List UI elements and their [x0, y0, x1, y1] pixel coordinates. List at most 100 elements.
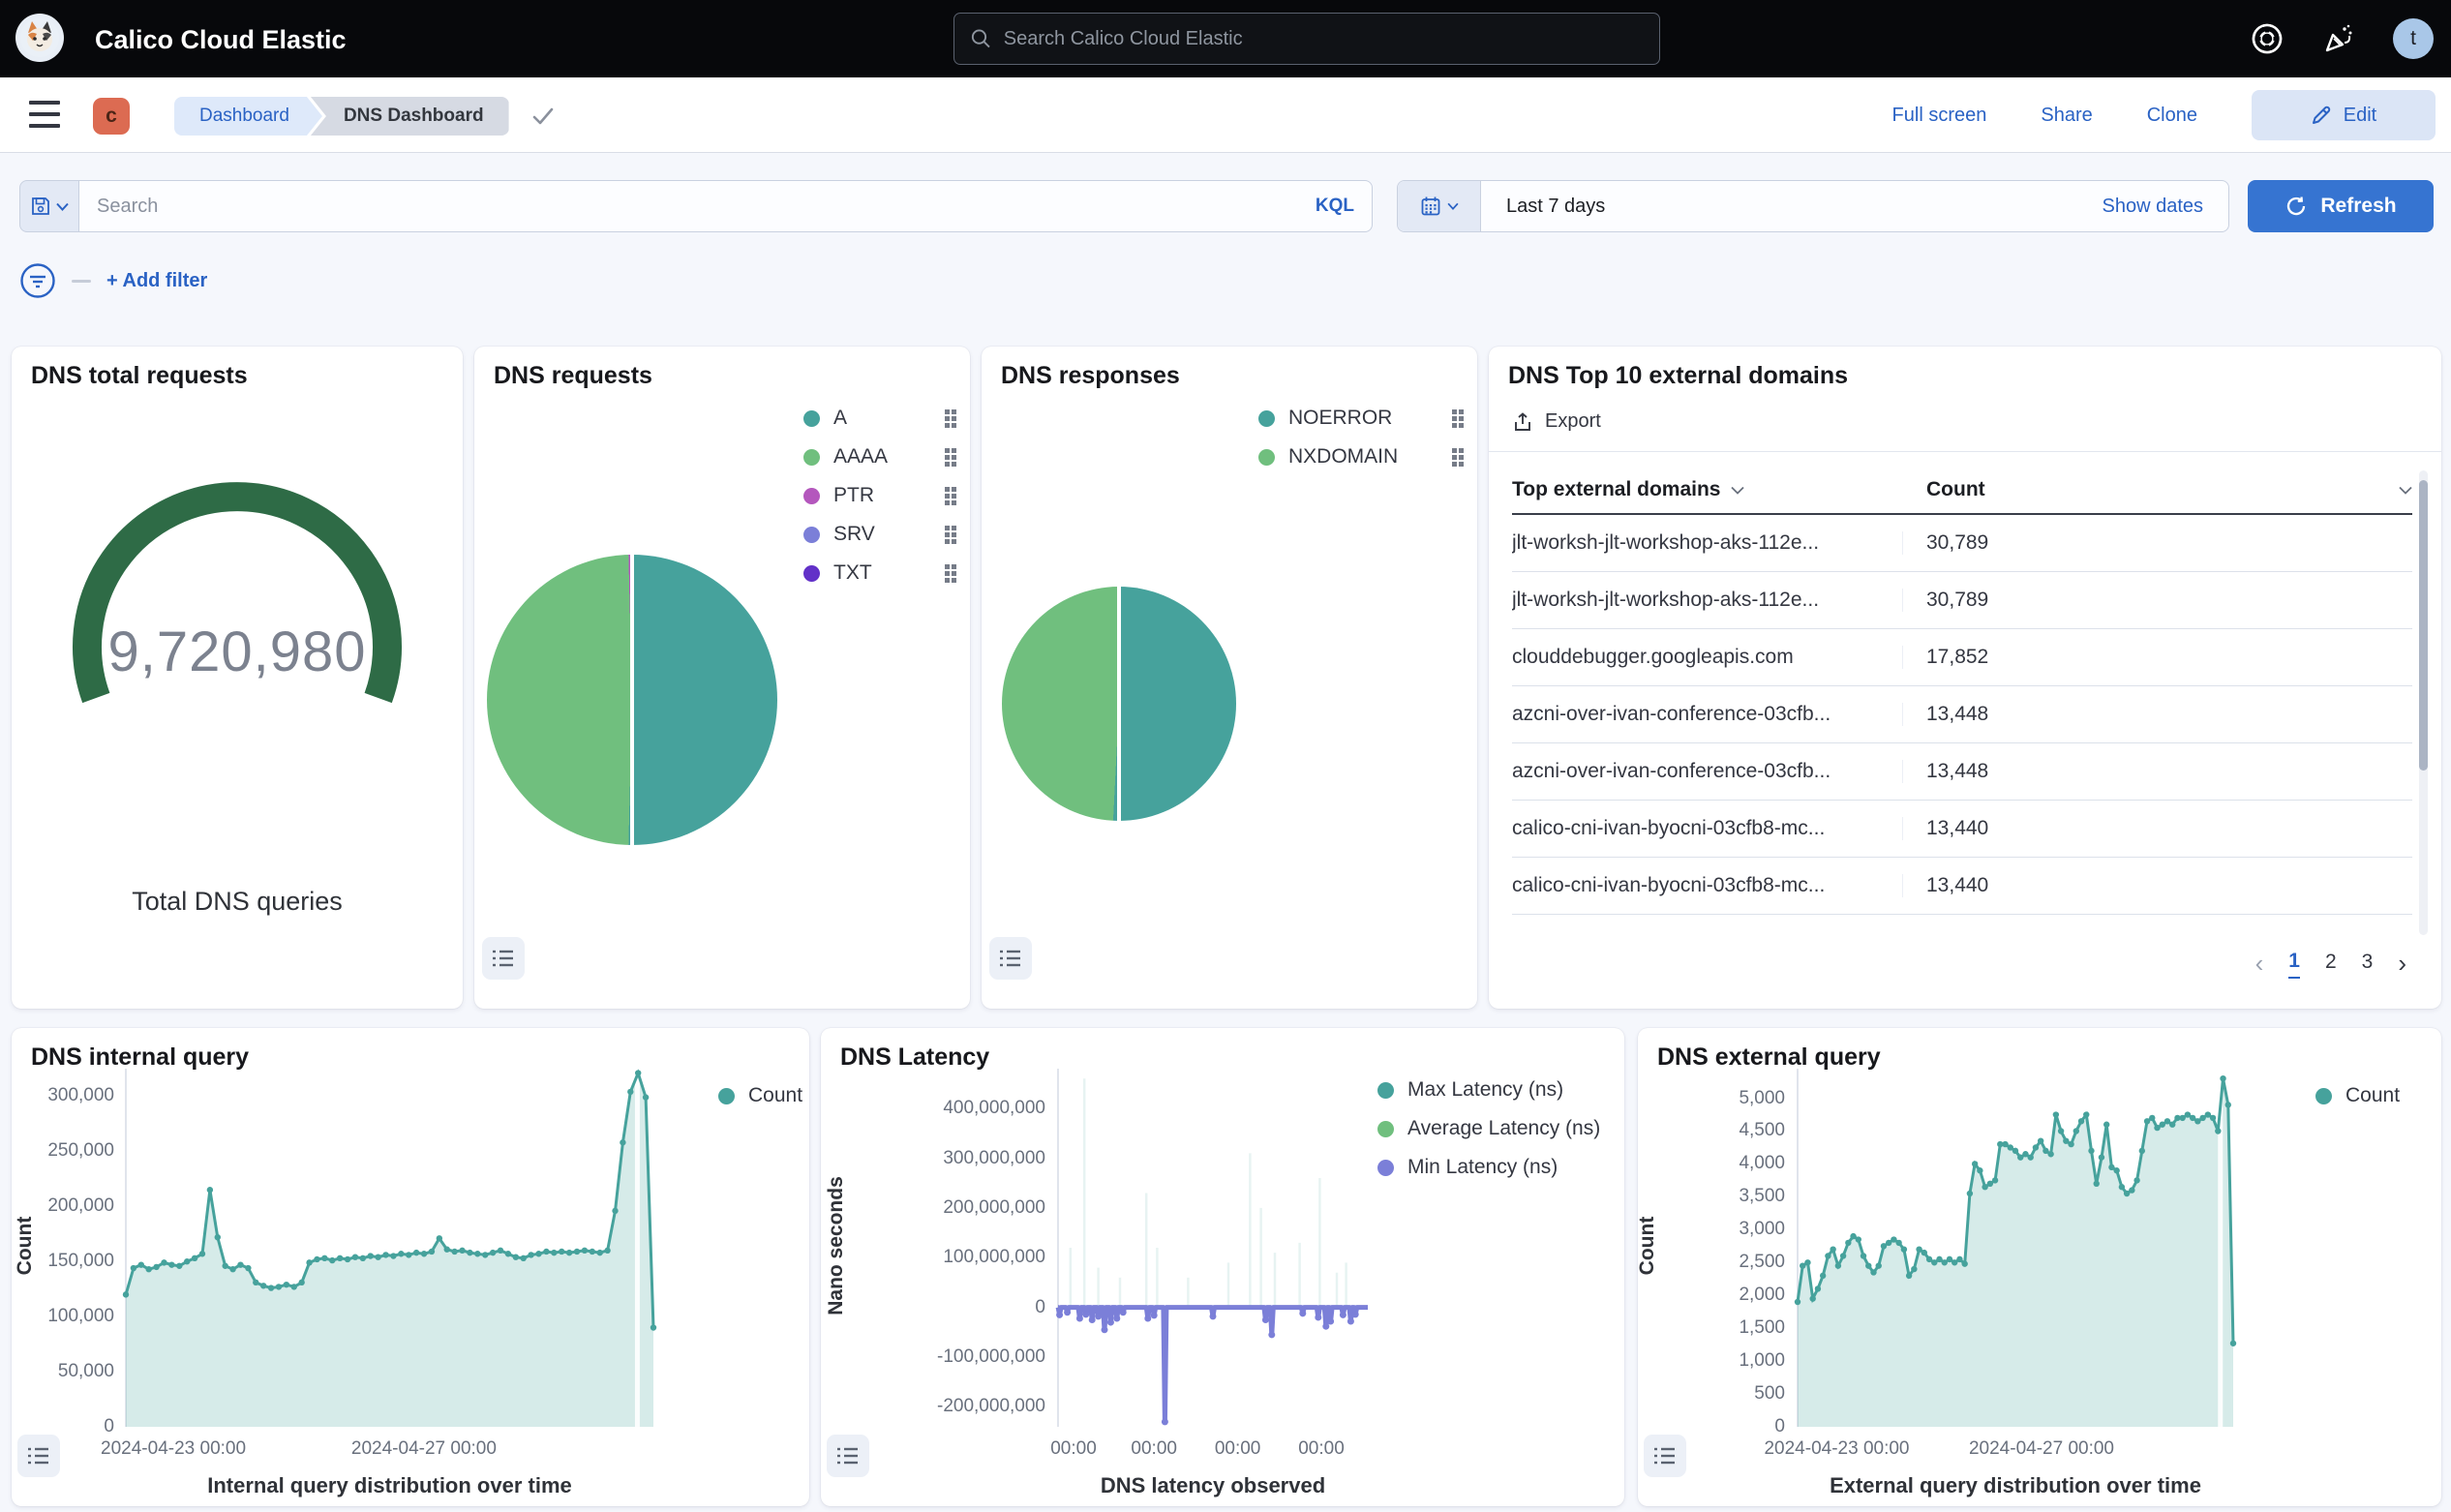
scrollbar-thumb[interactable]	[2419, 480, 2428, 771]
table-row[interactable]: calico-cni-ivan-byocni-03cfb8-mc...13,44…	[1512, 858, 2412, 915]
page-number-button[interactable]: 1	[2288, 950, 2300, 979]
legend-dot-icon	[803, 449, 820, 466]
legend-toggle-button[interactable]	[482, 937, 525, 980]
export-button[interactable]: Export	[1512, 410, 1601, 433]
breadcrumb-dashboard[interactable]: Dashboard	[174, 97, 322, 136]
legend-actions-icon[interactable]	[945, 564, 956, 583]
legend-actions-icon[interactable]	[945, 526, 956, 544]
legend-item[interactable]: AAAA	[803, 445, 956, 469]
legend-toggle-button[interactable]	[17, 1435, 60, 1477]
legend-item[interactable]: Count	[718, 1084, 802, 1107]
domain-cell: azcni-over-ivan-conference-03cfb...	[1512, 703, 1903, 726]
legend-toggle-button[interactable]	[1644, 1435, 1686, 1477]
legend-item[interactable]: TXT	[803, 561, 956, 585]
legend-toggle-button[interactable]	[827, 1435, 869, 1477]
legend-item[interactable]: Max Latency (ns)	[1377, 1078, 1563, 1102]
latency-chart-plot[interactable]	[1058, 1069, 1368, 1427]
y-axis-tick: 500	[1620, 1383, 1785, 1405]
legend-toggle-button[interactable]	[989, 937, 1032, 980]
legend-item[interactable]: Count	[2315, 1084, 2400, 1107]
clone-button[interactable]: Clone	[2147, 105, 2197, 127]
news-popper-icon[interactable]	[2321, 21, 2356, 56]
legend-actions-icon[interactable]	[945, 448, 956, 467]
gauge-caption: Total DNS queries	[12, 887, 463, 917]
column-header-domains[interactable]: Top external domains	[1512, 478, 1903, 501]
space-badge[interactable]: c	[93, 98, 130, 135]
legend-actions-icon[interactable]	[945, 409, 956, 428]
kql-search-bar[interactable]: KQL	[79, 180, 1373, 232]
table-row[interactable]: azcni-over-ivan-conference-03cfb...13,44…	[1512, 686, 2412, 743]
pencil-icon	[2311, 105, 2332, 126]
external-chart-plot[interactable]	[1798, 1069, 2233, 1427]
domains-table-body: jlt-worksh-jlt-workshop-aks-112e...30,78…	[1512, 515, 2412, 915]
domain-cell: jlt-worksh-jlt-workshop-aks-112e...	[1512, 589, 1903, 612]
legend-actions-icon[interactable]	[1452, 448, 1464, 467]
pie-divider	[1117, 585, 1121, 823]
refresh-button[interactable]: Refresh	[2248, 180, 2434, 232]
legend-item[interactable]: A	[803, 407, 956, 430]
edit-button[interactable]: Edit	[2252, 90, 2436, 140]
domain-cell: calico-cni-ivan-byocni-03cfb8-mc...	[1512, 874, 1903, 897]
kql-search-input[interactable]	[97, 196, 1316, 218]
share-button[interactable]: Share	[2041, 105, 2092, 127]
table-row[interactable]: calico-cni-ivan-byocni-03cfb8-mc...13,44…	[1512, 801, 2412, 858]
breadcrumb-current[interactable]: DNS Dashboard	[311, 97, 509, 136]
saved-query-menu-button[interactable]	[19, 180, 79, 232]
legend-item[interactable]: PTR	[803, 484, 956, 507]
kql-language-button[interactable]: KQL	[1316, 196, 1354, 217]
fullscreen-button[interactable]: Full screen	[1892, 105, 1987, 127]
filter-icon[interactable]	[19, 262, 56, 299]
calendar-menu-button[interactable]	[1398, 181, 1481, 231]
legend-dot-icon	[1258, 410, 1275, 427]
legend-dot-icon	[1377, 1121, 1394, 1137]
y-axis-tick: 4,500	[1620, 1120, 1785, 1141]
help-icon[interactable]	[2250, 21, 2285, 56]
panel-title: DNS internal query	[31, 1043, 249, 1072]
x-axis-title: External query distribution over time	[1701, 1473, 2330, 1498]
panel-title: DNS Top 10 external domains	[1508, 362, 1848, 390]
panel-title: DNS external query	[1657, 1043, 1881, 1072]
table-row[interactable]: jlt-worksh-jlt-workshop-aks-112e...30,78…	[1512, 572, 2412, 629]
check-icon[interactable]	[530, 104, 556, 129]
legend-item[interactable]: NXDOMAIN	[1258, 445, 1464, 469]
chevron-down-icon	[1447, 202, 1459, 210]
legend-actions-icon[interactable]	[1452, 409, 1464, 428]
page-number-button[interactable]: 3	[2362, 951, 2374, 978]
page-number-button[interactable]: 2	[2325, 951, 2337, 978]
count-cell: 13,448	[1903, 760, 1988, 783]
legend-item[interactable]: Min Latency (ns)	[1377, 1156, 1558, 1179]
legend-label: Count	[748, 1084, 802, 1107]
legend-item[interactable]: NOERROR	[1258, 407, 1464, 430]
user-avatar[interactable]: t	[2393, 18, 2434, 59]
legend-item[interactable]: SRV	[803, 523, 956, 546]
table-row[interactable]: jlt-worksh-jlt-workshop-aks-112e...30,78…	[1512, 515, 2412, 572]
y-axis-tick: 200,000,000	[881, 1197, 1045, 1219]
legend-dot-icon	[1377, 1160, 1394, 1176]
panel-dns-responses: DNS responses NOERRORNXDOMAIN	[982, 347, 1477, 1009]
date-picker: Last 7 days Show dates	[1397, 180, 2229, 232]
calico-logo[interactable]	[15, 14, 64, 62]
legend-label: A	[833, 407, 847, 430]
internal-chart-plot[interactable]	[126, 1069, 653, 1427]
count-cell: 30,789	[1903, 589, 1988, 612]
legend-actions-icon[interactable]	[945, 487, 956, 505]
x-axis-tick: 00:00	[1205, 1438, 1437, 1460]
list-icon	[836, 1444, 860, 1467]
table-row[interactable]: clouddebugger.googleapis.com17,852	[1512, 629, 2412, 686]
legend-item[interactable]: Average Latency (ns)	[1377, 1117, 1600, 1140]
chevron-down-icon	[2399, 486, 2412, 495]
table-scrollbar[interactable]	[2419, 470, 2428, 935]
y-axis-tick: 150,000	[0, 1251, 114, 1272]
prev-page-button[interactable]: ‹	[2255, 949, 2264, 979]
time-range-value[interactable]: Last 7 days	[1481, 196, 2102, 218]
calico-cat-icon	[19, 17, 60, 58]
breadcrumb: Dashboard DNS Dashboard	[174, 97, 556, 136]
show-dates-button[interactable]: Show dates	[2102, 196, 2228, 218]
global-search[interactable]	[953, 13, 1660, 65]
menu-icon[interactable]	[29, 101, 60, 128]
column-header-count[interactable]: Count	[1903, 478, 2412, 501]
table-row[interactable]: azcni-over-ivan-conference-03cfb...13,44…	[1512, 743, 2412, 801]
next-page-button[interactable]: ›	[2398, 949, 2406, 979]
add-filter-button[interactable]: + Add filter	[106, 270, 207, 292]
global-search-input[interactable]	[1004, 28, 1644, 50]
